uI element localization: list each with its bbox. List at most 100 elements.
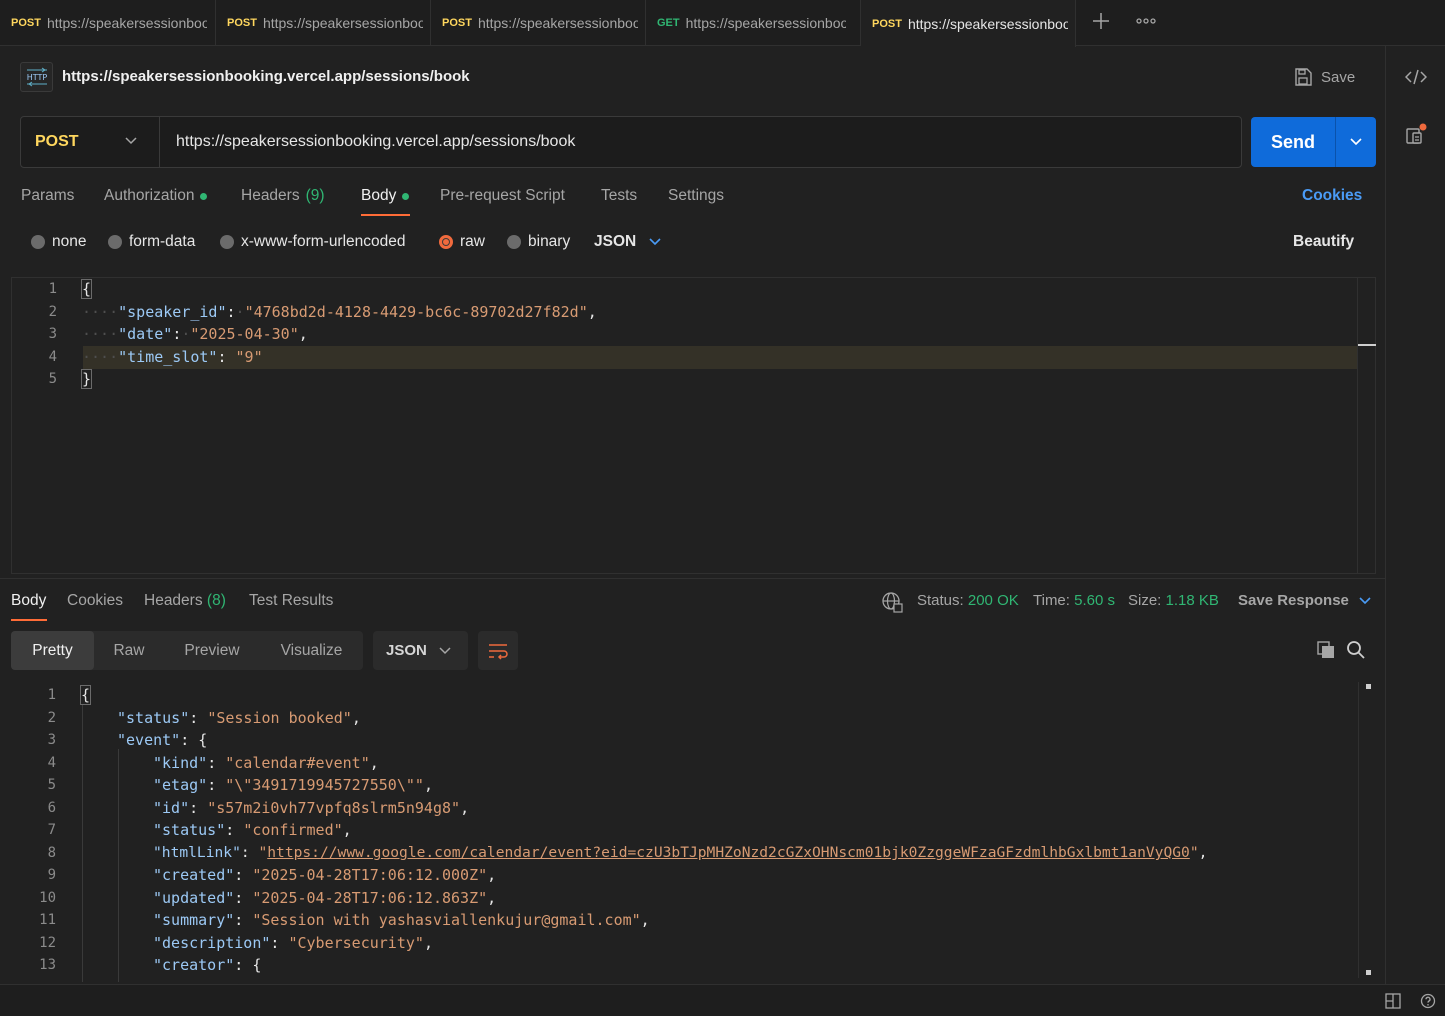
line-number: 13 — [39, 957, 56, 973]
radio-raw[interactable]: raw — [439, 233, 485, 251]
json-key: "kind" — [153, 754, 208, 772]
radio-circle — [220, 235, 234, 249]
radio-form-data[interactable]: form-data — [108, 233, 195, 251]
request-tab[interactable]: GET https://speakersessionbooking.vercel.… — [646, 0, 861, 46]
json-value: "9" — [235, 348, 263, 366]
save-response-button[interactable]: Save Response — [1238, 592, 1371, 609]
body-format-select[interactable]: JSON — [594, 233, 661, 251]
tab-authorization-label: Authorization — [104, 187, 195, 204]
beautify-button[interactable]: Beautify — [1293, 233, 1354, 251]
line-number: 3 — [47, 732, 56, 748]
two-pane-view-icon[interactable] — [1383, 992, 1403, 1010]
save-response-label: Save Response — [1238, 592, 1349, 609]
save-button[interactable]: Save — [1293, 66, 1355, 88]
view-raw[interactable]: Raw — [94, 631, 164, 670]
wrap-lines-button[interactable] — [478, 631, 518, 670]
code-snippet-icon[interactable] — [1403, 66, 1429, 88]
response-size[interactable]: Size: 1.18 KB — [1128, 592, 1219, 609]
help-icon[interactable] — [1418, 992, 1438, 1010]
request-tab[interactable]: POST https://speakersessionbooking.vercel… — [0, 0, 216, 46]
response-divider[interactable] — [0, 578, 1385, 579]
url-bar: POST https://speakersessionbooking.verce… — [20, 116, 1242, 168]
save-label: Save — [1321, 68, 1356, 86]
headers-count: (9) — [305, 187, 325, 204]
tab-method: POST — [227, 17, 257, 29]
line-number: 6 — [47, 800, 56, 816]
current-line-highlight — [83, 346, 1358, 369]
tab-settings[interactable]: Settings — [668, 187, 724, 205]
json-key: "summary" — [153, 911, 235, 929]
format-label: JSON — [386, 642, 427, 659]
tab-url: https://speakersessionbooking.vercel.app… — [477, 15, 638, 31]
response-format-select[interactable]: JSON — [373, 631, 468, 670]
response-tab-headers[interactable]: Headers (8) — [144, 592, 226, 610]
request-title[interactable]: https://speakersessionbooking.vercel.app… — [62, 68, 470, 85]
json-key: "date" — [118, 325, 173, 343]
scroll-up-marker[interactable] — [1366, 684, 1371, 689]
radio-none[interactable]: none — [31, 233, 86, 251]
line-number: 2 — [48, 304, 57, 320]
status-dot — [200, 192, 208, 200]
cookies-link[interactable]: Cookies — [1302, 187, 1362, 205]
new-tab-icon[interactable] — [1088, 8, 1114, 34]
radio-binary[interactable]: binary — [507, 233, 570, 251]
view-preview[interactable]: Preview — [164, 631, 260, 670]
json-key: "etag" — [153, 776, 208, 794]
send-options-chevron-icon[interactable] — [1350, 138, 1362, 146]
response-tab-body[interactable]: Body — [11, 592, 46, 610]
tab-headers[interactable]: Headers (9) — [241, 187, 325, 205]
method-label: POST — [35, 133, 79, 150]
json-value: "4768bd2d-4128-4429-bc6c-89702d27f82d" — [244, 303, 588, 321]
scroll-down-marker[interactable] — [1366, 970, 1371, 975]
search-icon[interactable] — [1344, 638, 1368, 662]
tab-pre-request-script[interactable]: Pre-request Script — [440, 187, 565, 205]
tab-authorization[interactable]: Authorization — [104, 187, 208, 205]
active-tab-indicator — [11, 619, 47, 621]
json-brace: } — [80, 369, 93, 389]
tab-body[interactable]: Body — [361, 187, 410, 205]
response-body-viewer[interactable]: 1 2 3 4 5 6 7 8 9 10 11 12 13 { "status"… — [0, 682, 1385, 982]
line-number: 5 — [48, 371, 57, 387]
tab-method: POST — [442, 17, 472, 29]
line-number: 4 — [47, 755, 56, 771]
json-value: "Cybersecurity" — [288, 934, 424, 952]
response-tab-cookies[interactable]: Cookies — [67, 592, 123, 610]
tab-method: POST — [11, 17, 41, 29]
tab-tests[interactable]: Tests — [601, 187, 637, 205]
url-input[interactable]: https://speakersessionbooking.vercel.app… — [176, 133, 575, 151]
editor-scrollbar[interactable] — [1357, 278, 1358, 574]
tab-url: https://speakersessionbooking.vercel.app… — [907, 15, 1068, 32]
view-pretty[interactable]: Pretty — [11, 631, 94, 670]
chevron-down-icon — [439, 647, 451, 655]
response-status[interactable]: Status: 200 OK — [917, 592, 1019, 609]
tab-headers-label: Headers — [241, 187, 300, 204]
tab-method: GET — [657, 17, 680, 29]
request-body-editor[interactable]: 1 2 3 4 5 { ····"speaker_id":·"4768bd2d-… — [11, 277, 1376, 574]
tab-method: POST — [872, 17, 902, 30]
documentation-icon[interactable] — [1403, 122, 1429, 148]
request-tab[interactable]: POST https://speakersessionbooking.vercel… — [431, 0, 646, 46]
radio-circle-selected — [439, 235, 453, 249]
line-number: 2 — [47, 710, 56, 726]
send-button[interactable]: Send — [1251, 117, 1376, 167]
method-select[interactable]: POST — [21, 117, 160, 167]
network-globe-icon[interactable] — [880, 590, 904, 614]
wrap-lines-icon — [489, 643, 508, 660]
response-tab-test-results[interactable]: Test Results — [249, 592, 333, 610]
scroll-marker — [1358, 344, 1376, 346]
response-time[interactable]: Time: 5.60 s — [1033, 592, 1115, 609]
line-number: 9 — [47, 867, 56, 883]
tab-params[interactable]: Params — [21, 187, 74, 205]
line-number: 1 — [48, 281, 57, 297]
request-tab[interactable]: POST https://speakersessionbooking.vercel… — [216, 0, 431, 46]
response-scrollbar[interactable] — [1358, 682, 1359, 978]
view-visualize[interactable]: Visualize — [260, 631, 363, 670]
copy-icon[interactable] — [1314, 638, 1338, 662]
html-link[interactable]: https://www.google.com/calendar/event?ei… — [267, 844, 1190, 861]
indent-guide — [82, 704, 83, 982]
request-tab-active[interactable]: POST https://speakersessionbooking.vercel… — [861, 0, 1076, 47]
radio-urlencoded[interactable]: x-www-form-urlencoded — [220, 233, 406, 251]
json-value: "calendar#event" — [225, 754, 370, 772]
more-tabs-icon[interactable] — [1133, 8, 1159, 34]
send-divider — [1335, 117, 1336, 167]
